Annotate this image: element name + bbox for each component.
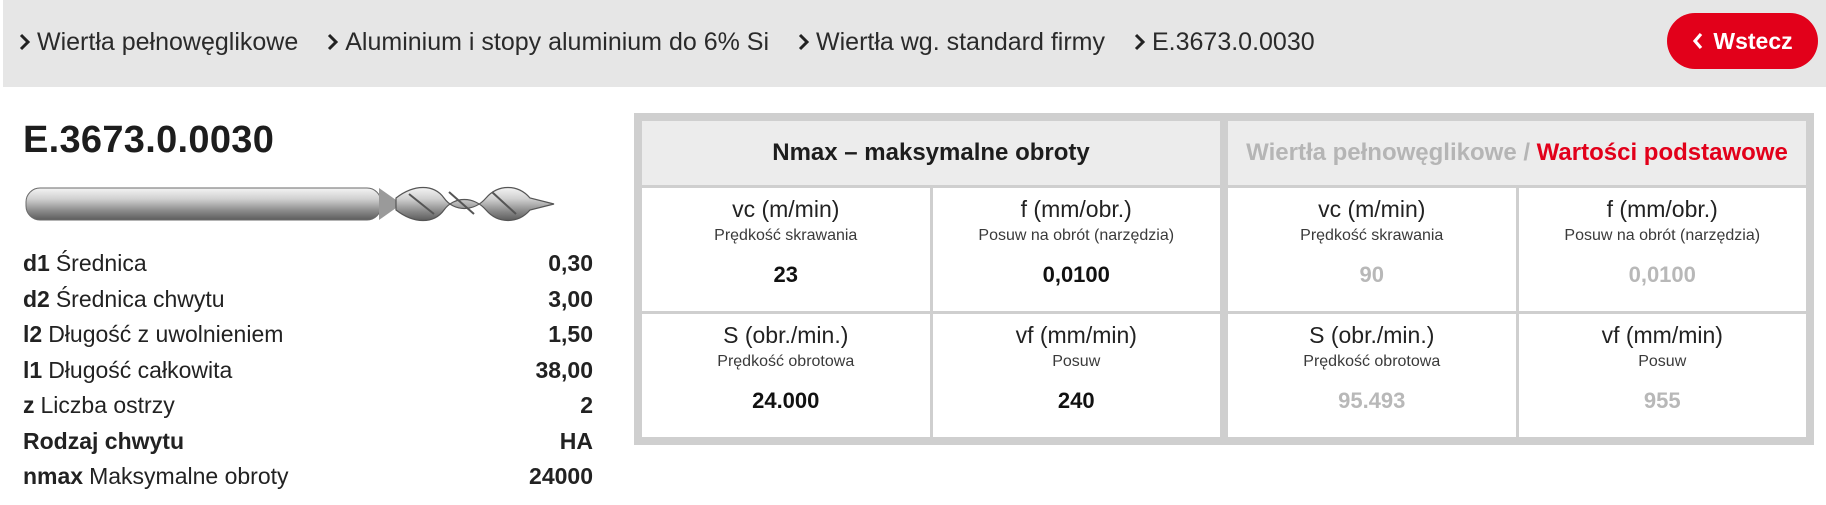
breadcrumb-item-material[interactable]: Aluminium i stopy aluminium do 6% Si [326, 28, 769, 57]
base-values-block: Wiertła pełnowęglikowe / Wartości podsta… [1228, 121, 1806, 437]
spec-row-d2: d2 Średnica chwytu 3,00 [23, 282, 593, 318]
cell-desc: Posuw na obrót (narzędzia) [978, 227, 1175, 244]
nmax-block-title: Nmax – maksymalne obroty [642, 121, 1220, 185]
cell-desc: Posuw [1638, 353, 1687, 370]
spec-value: 3,00 [548, 285, 593, 312]
spec-value: HA [559, 427, 593, 454]
spec-label: Średnica chwytu [55, 285, 225, 312]
spec-label: Maksymalne obroty [89, 463, 289, 489]
base-title-accent: Wartości podstawowe [1536, 139, 1788, 166]
cell-desc: Posuw [1052, 353, 1101, 370]
spec-value: 24000 [529, 463, 593, 489]
spec-key: nmax [23, 463, 84, 489]
chevron-right-icon [19, 33, 31, 51]
cell-value: 95.493 [1338, 388, 1406, 413]
cell-value: 0,0100 [1042, 262, 1110, 287]
cell-desc: Prędkość obrotowa [1303, 353, 1441, 370]
spec-key: l2 [23, 321, 43, 347]
chevron-right-icon [328, 33, 339, 51]
breadcrumb-label: Wiertła pełnowęglikowe [37, 27, 299, 56]
cutting-data-panel: Nmax – maksymalne obroty vc (m/min) Pręd… [634, 113, 1814, 445]
spec-row-shank-type: Rodzaj chwytu HA [23, 424, 593, 460]
breadcrumb-label: E.3673.0.0030 [1151, 27, 1315, 56]
spec-key: z [23, 392, 35, 418]
spec-key: d1 [23, 250, 50, 276]
base-title-category: Wiertła pełnowęglikowe / [1246, 139, 1537, 166]
spec-list: d1 Średnica 0,30 d2 Średnica chwytu 3,00 l… [23, 246, 593, 495]
nmax-block: Nmax – maksymalne obroty vc (m/min) Pręd… [642, 121, 1220, 437]
spec-value: 1,50 [548, 321, 593, 347]
spec-label: Średnica [55, 250, 147, 276]
cell-desc: Prędkość obrotowa [717, 353, 855, 370]
cell-unit: S (obr./min.) [1309, 322, 1435, 348]
breadcrumb: Wiertła pełnowęglikowe Aluminium i stopy… [18, 0, 1343, 84]
spec-label: Liczba ostrzy [40, 392, 175, 418]
breadcrumb-item-category[interactable]: Wiertła pełnowęglikowe [18, 28, 298, 57]
cell-vc: vc (m/min) Prędkość skrawania 90 [1228, 188, 1516, 311]
spec-key: d2 [23, 285, 50, 312]
chevron-left-icon [1693, 32, 1703, 50]
cell-value: 240 [1057, 388, 1095, 413]
cell-value: 90 [1359, 262, 1384, 287]
base-values-title: Wiertła pełnowęglikowe / Wartości podsta… [1228, 121, 1806, 185]
cell-unit: vf (mm/min) [1015, 322, 1137, 348]
spec-row-l2: l2 Długość z uwolnieniem 1,50 [23, 317, 593, 353]
cell-vc: vc (m/min) Prędkość skrawania 23 [642, 188, 930, 311]
spec-key: Rodzaj chwytu [23, 427, 185, 454]
cell-unit: vf (mm/min) [1601, 322, 1723, 348]
cell-s: S (obr./min.) Prędkość obrotowa 24.000 [642, 314, 930, 437]
cell-value: 23 [773, 262, 798, 287]
cell-f: f (mm/obr.) Posuw na obrót (narzędzia) 0… [1518, 188, 1806, 311]
spec-label: Długość z uwolnieniem [48, 321, 284, 347]
page-title: E.3673.0.0030 [23, 119, 275, 161]
cell-vf: vf (mm/min) Posuw 240 [932, 314, 1220, 437]
cell-desc: Prędkość skrawania [1300, 227, 1444, 244]
cell-vf: vf (mm/min) Posuw 955 [1518, 314, 1806, 437]
cell-value: 24.000 [752, 388, 820, 413]
cell-unit: vc (m/min) [1318, 196, 1426, 222]
cell-unit: S (obr./min.) [723, 322, 849, 348]
spec-row-nmax: nmax Maksymalne obroty 24000 [23, 459, 593, 495]
breadcrumb-label: Aluminium i stopy aluminium do 6% Si [345, 27, 770, 56]
chevron-right-icon [1134, 33, 1146, 51]
spec-key: l1 [23, 356, 43, 383]
chevron-right-icon [798, 33, 810, 51]
back-button-label: Wstecz [1713, 27, 1793, 54]
breadcrumb-bar: Wiertła pełnowęglikowe Aluminium i stopy… [3, 0, 1826, 87]
cell-f: f (mm/obr.) Posuw na obrót (narzędzia) 0… [932, 188, 1220, 311]
cell-unit: vc (m/min) [732, 196, 840, 222]
spec-label: Długość całkowita [48, 356, 233, 383]
breadcrumb-item-product[interactable]: E.3673.0.0030 [1133, 28, 1315, 57]
spec-value: 38,00 [535, 356, 593, 383]
cell-desc: Prędkość skrawania [714, 227, 858, 244]
cell-s: S (obr./min.) Prędkość obrotowa 95.493 [1228, 314, 1516, 437]
cell-desc: Posuw na obrót (narzędzia) [1564, 227, 1761, 244]
cell-value: 955 [1643, 388, 1681, 413]
spec-row-l1: l1 Długość całkowita 38,00 [23, 353, 593, 389]
breadcrumb-label: Wiertła wg. standard firmy [816, 27, 1105, 56]
cell-unit: f (mm/obr.) [1606, 196, 1718, 222]
back-button[interactable]: Wstecz [1667, 13, 1818, 69]
spec-row-z: z Liczba ostrzy 2 [23, 388, 593, 424]
spec-row-d1: d1 Średnica 0,30 [23, 246, 593, 282]
drill-image [25, 186, 555, 222]
spec-value: 2 [580, 392, 593, 418]
cell-unit: f (mm/obr.) [1020, 196, 1132, 222]
cell-value: 0,0100 [1628, 262, 1696, 287]
spec-value: 0,30 [548, 250, 593, 276]
breadcrumb-item-standard[interactable]: Wiertła wg. standard firmy [797, 28, 1105, 57]
